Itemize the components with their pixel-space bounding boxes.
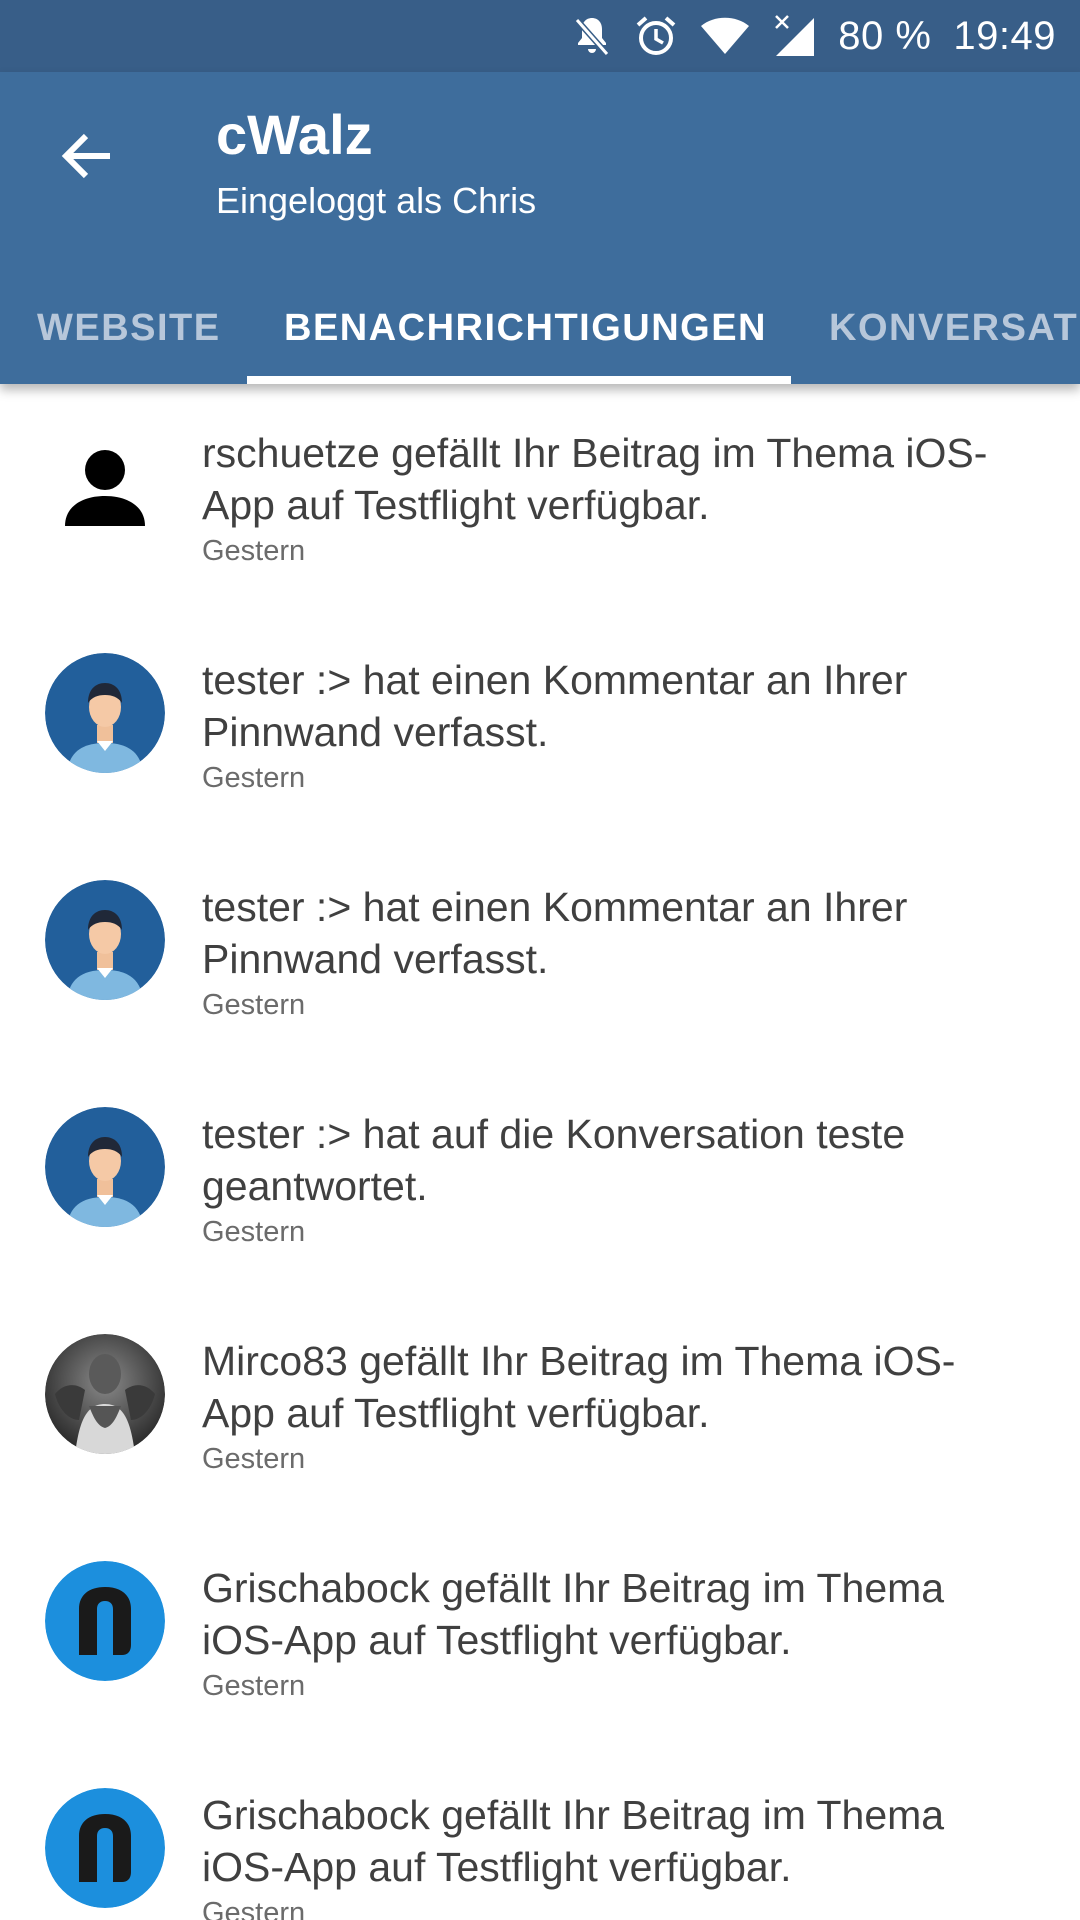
notification-message: Grischabock gefällt Ihr Beitrag im Thema…: [202, 1792, 945, 1890]
alarm-icon: [634, 14, 678, 58]
arrow-back-icon: [61, 133, 110, 179]
back-button[interactable]: [44, 114, 128, 198]
tab-indicator: [247, 376, 791, 384]
notification-item[interactable]: Mirco83 gefällt Ihr Beitrag im Thema iOS…: [0, 1292, 1080, 1519]
signal-icon: [772, 14, 816, 58]
notification-item[interactable]: tester :> hat auf die Konversation teste…: [0, 1065, 1080, 1292]
man-avatar-icon: [45, 653, 165, 773]
notification-time: Gestern: [202, 1897, 306, 1920]
notification-message: rschuetze gefällt Ihr Beitrag im Thema i…: [202, 430, 988, 528]
notification-time: Gestern: [202, 1443, 306, 1475]
notification-message: tester :> hat auf die Konversation teste…: [202, 1111, 906, 1209]
tab-bar: WEBSITE BENACHRICHTIGUNGEN KONVERSATIONE…: [0, 272, 1080, 384]
notification-time: Gestern: [202, 1670, 306, 1702]
notification-time: Gestern: [202, 989, 306, 1021]
wifi-icon: [700, 16, 750, 56]
tab-conversations[interactable]: KONVERSATIONEN: [829, 272, 1080, 384]
page-subtitle: Eingeloggt als Chris: [216, 180, 537, 221]
notification-message: tester :> hat einen Kommentar an Ihrer P…: [202, 657, 908, 755]
bell-off-icon: [572, 14, 612, 58]
tab-website[interactable]: WEBSITE: [37, 272, 221, 384]
notification-item[interactable]: tester :> hat einen Kommentar an Ihrer P…: [0, 611, 1080, 838]
notification-time: Gestern: [202, 535, 306, 567]
notification-message: Mirco83 gefällt Ihr Beitrag im Thema iOS…: [202, 1338, 956, 1436]
photo-avatar-icon: [45, 1334, 165, 1454]
notification-message: tester :> hat einen Kommentar an Ihrer P…: [202, 884, 908, 982]
notification-item[interactable]: tester :> hat einen Kommentar an Ihrer P…: [0, 838, 1080, 1065]
logo-avatar-icon: [45, 1788, 165, 1908]
clock: 19:49: [953, 13, 1056, 58]
notification-item[interactable]: Grischabock gefällt Ihr Beitrag im Thema…: [0, 1519, 1080, 1746]
default-person-icon: [45, 426, 165, 546]
man-avatar-icon: [45, 880, 165, 1000]
notification-item[interactable]: Grischabock gefällt Ihr Beitrag im Thema…: [0, 1746, 1080, 1920]
notification-time: Gestern: [202, 1216, 306, 1248]
battery-percentage: 80 %: [838, 13, 932, 58]
page-title: cWalz: [216, 103, 373, 166]
notification-time: Gestern: [202, 762, 306, 794]
logo-avatar-icon: [45, 1561, 165, 1681]
tab-notifications[interactable]: BENACHRICHTIGUNGEN: [284, 272, 767, 384]
man-avatar-icon: [45, 1107, 165, 1227]
app-bar: cWalz Eingeloggt als Chris WEBSITE BENAC…: [0, 72, 1080, 384]
status-bar: 80 % 19:49: [0, 0, 1080, 72]
notification-message: Grischabock gefällt Ihr Beitrag im Thema…: [202, 1565, 945, 1663]
notification-item[interactable]: rschuetze gefällt Ihr Beitrag im Thema i…: [0, 384, 1080, 611]
